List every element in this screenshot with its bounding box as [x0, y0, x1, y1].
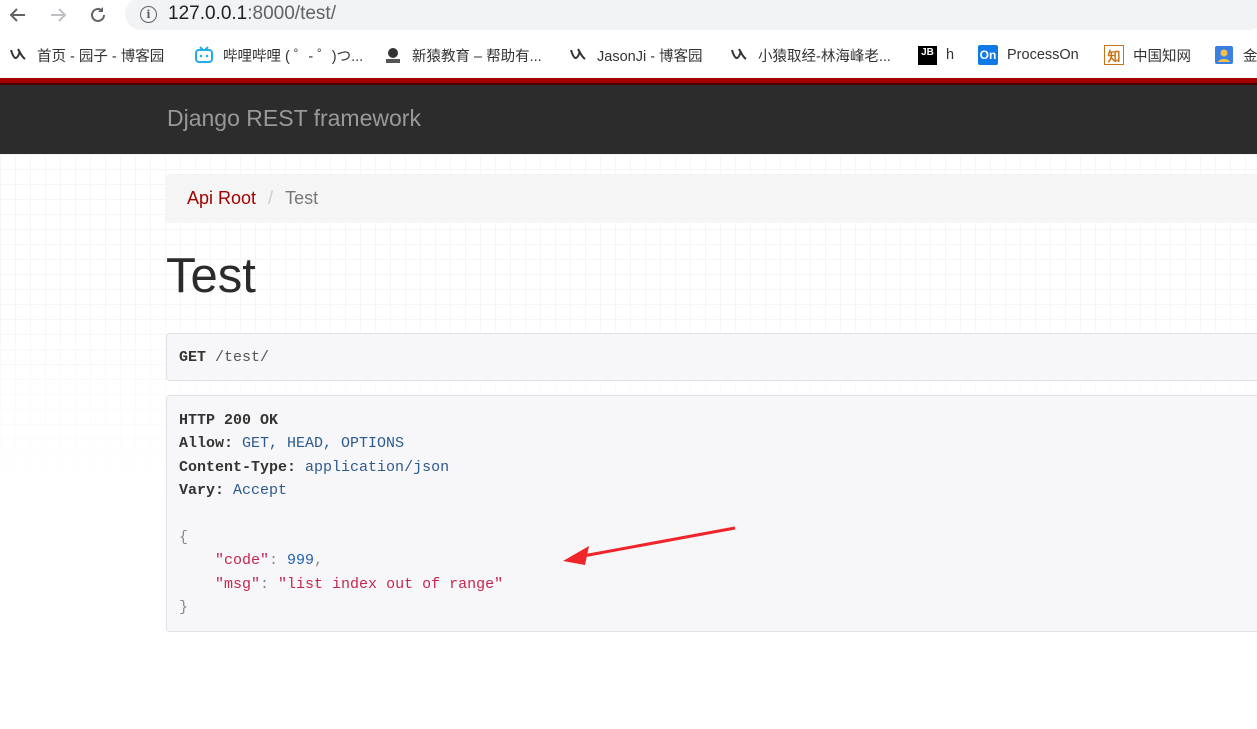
breadcrumb-current: Test	[285, 188, 319, 208]
cnblogs-icon	[568, 45, 588, 65]
site-info-icon[interactable]: i	[140, 6, 157, 23]
bookmark-profile[interactable]: 金	[1214, 43, 1257, 67]
cnki-icon: 知	[1104, 45, 1124, 65]
red-arrow-annotation	[563, 526, 736, 565]
monkey-icon	[383, 45, 403, 65]
bookmark-jasonji[interactable]: JasonJi - 博客园	[568, 43, 703, 67]
header-line: Vary: Accept	[179, 482, 288, 500]
request-path: /test/	[215, 348, 270, 366]
bookmarks-bar: 首页 - 园子 - 博客园 哔哩哔哩 ( ゜- ゜)つ... 新猿教育 – 帮助…	[0, 38, 1257, 72]
bookmark-cnki[interactable]: 知 中国知网	[1104, 43, 1191, 67]
back-arrow-icon[interactable]	[5, 2, 31, 28]
breadcrumb: Api Root / Test	[166, 174, 1257, 223]
bilibili-icon	[194, 45, 214, 65]
bookmark-bilibili[interactable]: 哔哩哔哩 ( ゜- ゜)つ...	[194, 43, 363, 67]
request-info: GET/test/	[166, 333, 1257, 381]
forward-arrow-icon[interactable]	[45, 2, 71, 28]
request-method: GET	[179, 348, 207, 366]
header-line: Allow: GET, HEAD, OPTIONS	[179, 435, 405, 453]
bookmark-xiaoyuan[interactable]: 小猿取经-林海峰老...	[729, 43, 891, 67]
reload-icon[interactable]	[85, 2, 111, 28]
navbar: Django REST framework	[0, 85, 1257, 154]
breadcrumb-separator: /	[268, 188, 274, 208]
cnblogs-icon	[8, 45, 28, 65]
response-info: HTTP 200 OK Allow: GET, HEAD, OPTIONS Cont…	[166, 395, 1257, 632]
jetbrains-icon: JB	[918, 45, 937, 65]
page-title: Test	[166, 249, 256, 303]
json-close-brace: }	[179, 599, 189, 617]
cnblogs-icon	[729, 45, 749, 65]
url-text[interactable]: 127.0.0.1:8000/test/	[168, 3, 336, 25]
browser-toolbar: i 127.0.0.1:8000/test/	[0, 0, 1257, 30]
header-line: Content-Type: application/json	[179, 458, 450, 476]
breadcrumb-api-root[interactable]: Api Root	[187, 188, 256, 209]
bookmark-jetbrains[interactable]: JB h	[918, 43, 954, 67]
json-line: "msg": "list index out of range"	[215, 575, 504, 593]
bookmark-cnblogs[interactable]: 首页 - 园子 - 博客园	[8, 43, 164, 67]
profile-icon	[1214, 45, 1234, 65]
processon-icon: On	[978, 45, 998, 65]
brand-link[interactable]: Django REST framework	[167, 105, 421, 132]
bookmark-processon[interactable]: On ProcessOn	[978, 43, 1079, 67]
response-status: HTTP 200 OK	[179, 412, 279, 429]
accent-stripe	[0, 78, 1257, 85]
bookmark-xinyuan[interactable]: 新猿教育 – 帮助有...	[383, 43, 542, 67]
